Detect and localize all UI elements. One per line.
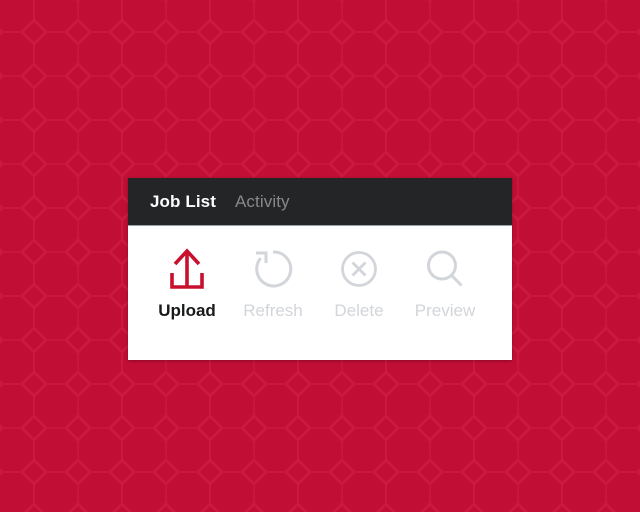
delete-label: Delete [334,301,384,320]
tab-bar: Job List Activity [128,178,512,226]
job-list-card: Job List Activity Upload Refresh Delete … [128,178,512,360]
refresh-circular-arrow-icon [251,244,295,294]
preview-button[interactable]: Preview [402,244,488,319]
upload-label: Upload [158,301,216,320]
magnifier-search-icon [423,244,467,294]
tab-job-list[interactable]: Job List [150,193,216,210]
preview-label: Preview [414,301,476,320]
upload-arrow-tray-icon [165,244,209,294]
delete-button[interactable]: Delete [316,244,402,319]
delete-x-circle-icon [337,244,381,294]
tab-activity[interactable]: Activity [235,193,290,210]
upload-button[interactable]: Upload [144,244,230,319]
refresh-label: Refresh [243,301,303,320]
toolbar: Upload Refresh Delete Preview [128,226,512,360]
refresh-button[interactable]: Refresh [230,244,316,319]
